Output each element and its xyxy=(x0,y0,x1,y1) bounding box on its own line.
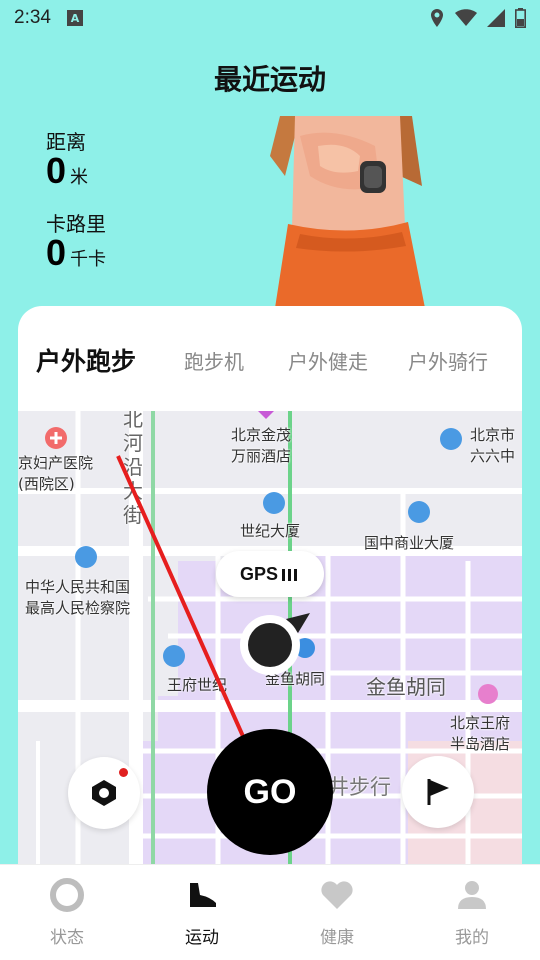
person-icon xyxy=(452,875,492,915)
battery-icon xyxy=(515,8,526,28)
map-label-pedestrian: 井步行 xyxy=(328,775,391,799)
hero-illustration xyxy=(240,116,435,308)
tab-outdoor-run[interactable]: 户外跑步 xyxy=(36,342,136,378)
distance-value: 0 xyxy=(46,150,67,191)
calories-unit: 千卡 xyxy=(70,249,106,270)
wifi-icon xyxy=(455,9,477,26)
flag-button[interactable] xyxy=(402,756,474,828)
camera-icon xyxy=(92,780,116,806)
tab-outdoor-cycle[interactable]: 户外骑行 xyxy=(408,346,488,375)
map-label-century: 世纪大厦 xyxy=(240,522,301,540)
map-label-peninsula: 北京王府 半岛酒店 xyxy=(450,714,511,753)
nav-label-health: 健康 xyxy=(320,928,354,948)
status-icons xyxy=(429,8,526,28)
nav-label-mine: 我的 xyxy=(455,928,489,948)
status-bar: 2:34 A xyxy=(0,0,540,36)
status-ring-icon xyxy=(47,875,87,915)
nav-label-status: 状态 xyxy=(50,928,84,948)
flag-icon xyxy=(427,779,449,805)
a-icon: A xyxy=(66,10,83,26)
tab-outdoor-walk[interactable]: 户外健走 xyxy=(288,346,368,375)
status-time: 2:34 xyxy=(14,7,51,28)
signal-icon xyxy=(487,9,505,27)
current-location-marker xyxy=(236,611,310,675)
map-label-court: 中华人民共和国 最高人民检察院 xyxy=(25,578,131,617)
sport-tabs: 户外跑步 跑步机 户外健走 户外骑行 xyxy=(18,306,522,411)
notification-dot xyxy=(119,768,128,777)
page-title: 最近运动 xyxy=(213,63,326,96)
gps-label: GPS xyxy=(239,563,278,584)
map-label-hutong-big: 金鱼胡同 xyxy=(366,675,446,699)
nav-item-mine[interactable]: 我的 xyxy=(422,875,522,955)
map-label-road: 北 河 沿 大 街 xyxy=(123,411,143,527)
camera-button[interactable] xyxy=(68,757,140,829)
map-label-hospital: 京妇产医院 (西院区) xyxy=(18,454,94,493)
go-label: GO xyxy=(243,772,297,811)
map-label-commerce: 国中商业大厦 xyxy=(364,534,455,552)
location-icon xyxy=(431,9,443,27)
nav-item-sport[interactable]: 运动 xyxy=(152,875,252,955)
gps-signal-pill: GPS xyxy=(216,551,324,597)
heart-icon xyxy=(317,875,357,915)
tab-treadmill[interactable]: 跑步机 xyxy=(184,346,244,375)
nav-item-status[interactable]: 状态 xyxy=(17,875,117,955)
map-label-hotel1: 北京金茂 万丽酒店 xyxy=(231,426,292,465)
calories-value: 0 xyxy=(46,232,67,273)
nav-item-health[interactable]: 健康 xyxy=(287,875,387,955)
map-label-school: 北京市 六六中 xyxy=(470,426,516,465)
nav-label-sport: 运动 xyxy=(185,928,219,948)
gps-signal-icon xyxy=(282,569,297,581)
bottom-nav: 状态 运动 健康 我的 xyxy=(0,864,540,960)
map-label-wangfu: 王府世纪 xyxy=(167,676,228,694)
distance-unit: 米 xyxy=(70,167,88,188)
shoe-icon xyxy=(182,875,222,915)
go-button[interactable]: GO xyxy=(207,729,333,855)
